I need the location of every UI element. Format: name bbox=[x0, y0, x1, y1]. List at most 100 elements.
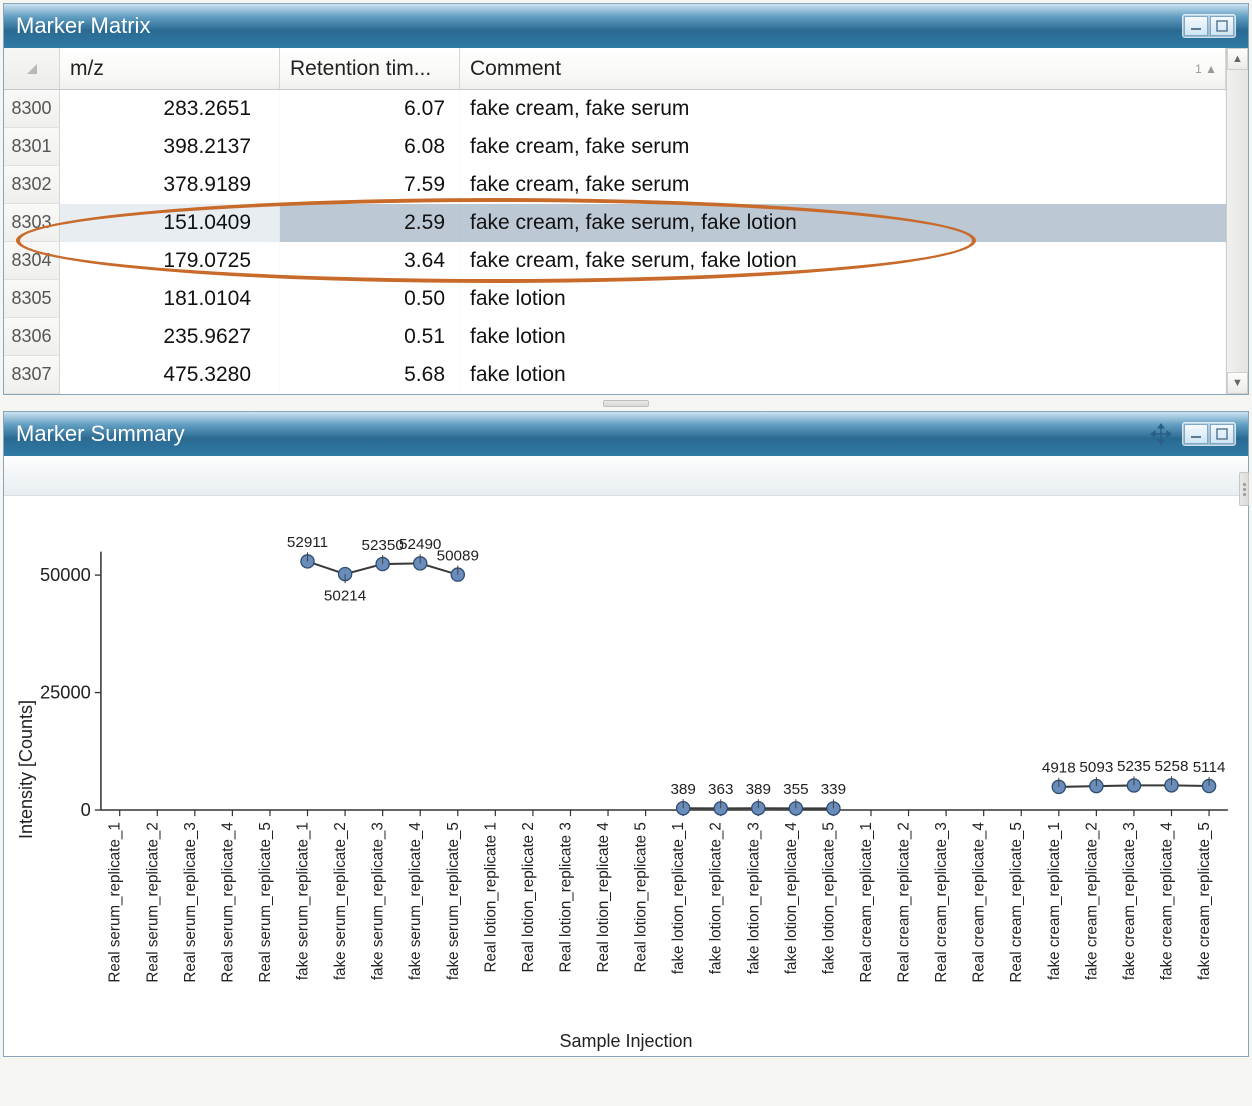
marker-matrix-grid: m/z Retention tim... Comment 8300283.265… bbox=[4, 48, 1248, 394]
table-row[interactable]: 8307475.32805.68fake lotion bbox=[4, 356, 1226, 394]
svg-text:5114: 5114 bbox=[1193, 759, 1226, 776]
comment-cell: fake lotion bbox=[460, 356, 1226, 394]
table-row[interactable]: 8303151.04092.59fake cream, fake serum, … bbox=[4, 204, 1226, 242]
marker-summary-window-buttons bbox=[1182, 422, 1236, 446]
row-index-cell: 8306 bbox=[4, 318, 60, 356]
minimize-button[interactable] bbox=[1184, 424, 1208, 444]
marker-matrix-titlebar[interactable]: Marker Matrix bbox=[4, 4, 1248, 48]
minimize-button[interactable] bbox=[1184, 16, 1208, 36]
retention-time-cell: 3.64 bbox=[280, 242, 460, 280]
select-all-corner[interactable] bbox=[4, 48, 60, 89]
grid-rows: 8300283.26516.07fake cream, fake serum83… bbox=[4, 90, 1226, 394]
svg-text:fake serum_replicate_5: fake serum_replicate_5 bbox=[445, 822, 462, 980]
right-splitter-grip[interactable] bbox=[1239, 472, 1249, 506]
svg-text:fake lotion_replicate_1: fake lotion_replicate_1 bbox=[670, 822, 687, 974]
row-index-cell: 8300 bbox=[4, 90, 60, 128]
svg-text:fake serum_replicate_3: fake serum_replicate_3 bbox=[370, 822, 387, 980]
svg-text:Real cream_replicate_2: Real cream_replicate_2 bbox=[896, 822, 913, 982]
svg-text:fake serum_replicate_1: fake serum_replicate_1 bbox=[295, 822, 312, 980]
svg-text:fake cream_replicate_1: fake cream_replicate_1 bbox=[1046, 822, 1063, 980]
svg-text:Real serum_replicate_5: Real serum_replicate_5 bbox=[257, 822, 274, 982]
svg-text:fake serum_replicate_2: fake serum_replicate_2 bbox=[332, 822, 349, 980]
row-index-cell: 8301 bbox=[4, 128, 60, 166]
grid-header: m/z Retention tim... Comment bbox=[4, 48, 1226, 90]
svg-text:363: 363 bbox=[708, 781, 733, 798]
svg-text:Real serum_replicate_3: Real serum_replicate_3 bbox=[182, 822, 199, 982]
svg-text:52490: 52490 bbox=[399, 536, 441, 553]
marker-summary-panel: Marker Summary Intensity [Counts] bbox=[3, 411, 1249, 1057]
retention-time-cell: 0.50 bbox=[280, 280, 460, 318]
table-row[interactable]: 8306235.96270.51fake lotion bbox=[4, 318, 1226, 356]
svg-text:5235: 5235 bbox=[1117, 758, 1151, 775]
retention-time-cell: 6.08 bbox=[280, 128, 460, 166]
intensity-chart[interactable]: 02500050000Real serum_replicate_1Real se… bbox=[40, 506, 1238, 1033]
svg-text:4918: 4918 bbox=[1042, 760, 1076, 777]
retention-time-cell: 7.59 bbox=[280, 166, 460, 204]
scroll-down-button[interactable]: ▼ bbox=[1227, 372, 1248, 394]
row-index-cell: 8302 bbox=[4, 166, 60, 204]
svg-text:5258: 5258 bbox=[1155, 758, 1189, 775]
retention-time-column-header[interactable]: Retention tim... bbox=[280, 48, 460, 89]
svg-text:50000: 50000 bbox=[40, 564, 91, 585]
svg-text:Real lotion_replicate 3: Real lotion_replicate 3 bbox=[557, 822, 574, 972]
svg-text:Real cream_replicate_3: Real cream_replicate_3 bbox=[933, 822, 950, 982]
maximize-button[interactable] bbox=[1210, 424, 1234, 444]
retention-time-cell: 6.07 bbox=[280, 90, 460, 128]
svg-text:Real serum_replicate_1: Real serum_replicate_1 bbox=[107, 822, 124, 982]
svg-text:fake lotion_replicate_3: fake lotion_replicate_3 bbox=[745, 822, 762, 974]
grid-vertical-scrollbar[interactable]: ▲ ▼ bbox=[1226, 48, 1248, 394]
table-row[interactable]: 8301398.21376.08fake cream, fake serum bbox=[4, 128, 1226, 166]
mz-column-header[interactable]: m/z bbox=[60, 48, 280, 89]
table-row[interactable]: 8305181.01040.50fake lotion bbox=[4, 280, 1226, 318]
mz-cell: 398.2137 bbox=[60, 128, 280, 166]
mz-cell: 378.9189 bbox=[60, 166, 280, 204]
svg-text:Real lotion_replicate 4: Real lotion_replicate 4 bbox=[595, 822, 612, 973]
chart-area: Intensity [Counts] 02500050000Real serum… bbox=[4, 496, 1248, 1056]
row-index-cell: 8305 bbox=[4, 280, 60, 318]
svg-text:Real cream_replicate_1: Real cream_replicate_1 bbox=[858, 822, 875, 982]
marker-summary-title: Marker Summary bbox=[16, 421, 185, 447]
comment-column-header[interactable]: Comment bbox=[460, 48, 1226, 89]
svg-text:339: 339 bbox=[821, 781, 846, 798]
svg-text:355: 355 bbox=[783, 781, 808, 798]
retention-time-cell: 0.51 bbox=[280, 318, 460, 356]
table-row[interactable]: 8304179.07253.64fake cream, fake serum, … bbox=[4, 242, 1226, 280]
row-index-cell: 8304 bbox=[4, 242, 60, 280]
retention-time-cell: 5.68 bbox=[280, 356, 460, 394]
svg-text:Real serum_replicate_2: Real serum_replicate_2 bbox=[144, 822, 161, 982]
svg-text:fake cream_replicate_3: fake cream_replicate_3 bbox=[1121, 822, 1138, 980]
table-row[interactable]: 8302378.91897.59fake cream, fake serum bbox=[4, 166, 1226, 204]
scroll-up-button[interactable]: ▲ bbox=[1227, 48, 1248, 70]
svg-text:389: 389 bbox=[670, 781, 695, 798]
comment-cell: fake cream, fake serum, fake lotion bbox=[460, 242, 1226, 280]
svg-text:389: 389 bbox=[746, 781, 771, 798]
marker-matrix-title: Marker Matrix bbox=[16, 13, 150, 39]
svg-text:5093: 5093 bbox=[1079, 759, 1113, 776]
svg-text:Real lotion_replicate 2: Real lotion_replicate 2 bbox=[520, 822, 537, 972]
marker-matrix-panel: Marker Matrix m/z Retention tim... Comme… bbox=[3, 3, 1249, 395]
svg-text:fake serum_replicate_4: fake serum_replicate_4 bbox=[407, 822, 424, 980]
mz-cell: 283.2651 bbox=[60, 90, 280, 128]
svg-text:Real lotion_replicate 5: Real lotion_replicate 5 bbox=[633, 822, 650, 972]
table-row[interactable]: 8300283.26516.07fake cream, fake serum bbox=[4, 90, 1226, 128]
svg-text:50214: 50214 bbox=[324, 587, 367, 604]
comment-cell: fake cream, fake serum bbox=[460, 166, 1226, 204]
row-index-cell: 8303 bbox=[4, 204, 60, 242]
comment-cell: fake lotion bbox=[460, 318, 1226, 356]
svg-text:fake lotion_replicate_5: fake lotion_replicate_5 bbox=[820, 822, 837, 974]
svg-text:Real lotion_replicate 1: Real lotion_replicate 1 bbox=[482, 822, 499, 972]
scroll-track[interactable] bbox=[1227, 70, 1248, 372]
marker-summary-titlebar[interactable]: Marker Summary bbox=[4, 412, 1248, 456]
svg-text:25000: 25000 bbox=[40, 682, 91, 703]
maximize-button[interactable] bbox=[1210, 16, 1234, 36]
mz-cell: 235.9627 bbox=[60, 318, 280, 356]
svg-text:52350: 52350 bbox=[361, 537, 403, 554]
svg-text:fake cream_replicate_5: fake cream_replicate_5 bbox=[1196, 822, 1213, 980]
comment-cell: fake cream, fake serum, fake lotion bbox=[460, 204, 1226, 242]
horizontal-splitter[interactable] bbox=[0, 398, 1252, 408]
chart-x-axis-label: Sample Injection bbox=[14, 1031, 1238, 1052]
svg-text:fake lotion_replicate_4: fake lotion_replicate_4 bbox=[783, 822, 800, 975]
pan-move-icon[interactable] bbox=[1150, 423, 1172, 445]
comment-cell: fake lotion bbox=[460, 280, 1226, 318]
svg-text:Real serum_replicate_4: Real serum_replicate_4 bbox=[219, 822, 236, 983]
